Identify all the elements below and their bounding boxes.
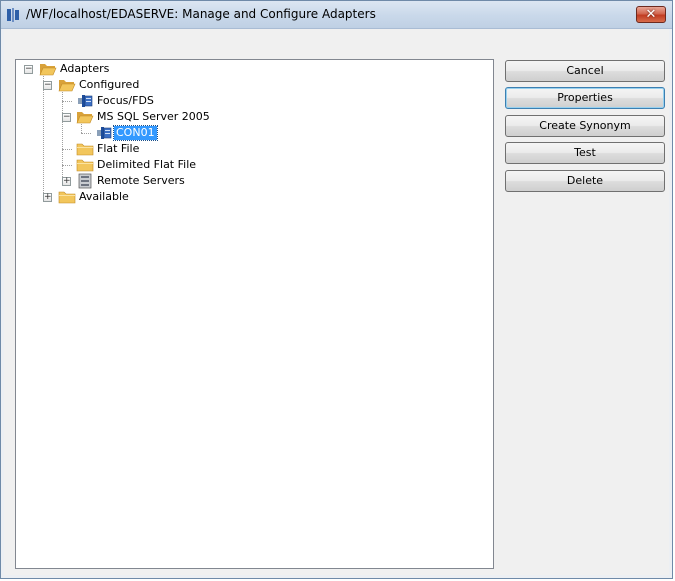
tree-node-available[interactable]: + Available xyxy=(16,189,176,205)
tree-node-label: Available xyxy=(79,190,129,203)
folder-open-icon xyxy=(76,112,94,124)
tree-node-con01[interactable]: CON01 xyxy=(16,125,176,141)
collapse-icon[interactable]: − xyxy=(24,65,33,74)
cancel-button[interactable]: Cancel xyxy=(505,60,665,82)
tree-node-label: CON01 xyxy=(113,125,158,141)
close-button[interactable]: ✕ xyxy=(636,6,666,23)
tree-node-adapters[interactable]: − Adapters xyxy=(16,61,156,77)
create-synonym-button[interactable]: Create Synonym xyxy=(505,115,665,137)
dialog-client-area: − Adapters − Configured Focus/FDS − MS S… xyxy=(4,29,669,575)
properties-button[interactable]: Properties xyxy=(505,87,665,109)
tree-node-label: Configured xyxy=(79,78,140,91)
folder-open-icon xyxy=(58,80,76,92)
tree-node-delimited-flat-file[interactable]: Delimited Flat File xyxy=(16,157,216,173)
tree-node-configured[interactable]: − Configured xyxy=(16,77,176,93)
folder-icon xyxy=(76,143,94,156)
title-bar[interactable]: /WF/localhost/EDASERVE: Manage and Confi… xyxy=(1,1,672,29)
tree-node-remote-servers[interactable]: + Remote Servers xyxy=(16,173,216,189)
adapter-tree[interactable]: − Adapters − Configured Focus/FDS − MS S… xyxy=(15,59,494,569)
test-button[interactable]: Test xyxy=(505,142,665,164)
delete-button[interactable]: Delete xyxy=(505,170,665,192)
tree-node-label: Flat File xyxy=(97,142,140,155)
connection-icon xyxy=(97,127,112,139)
expand-icon[interactable]: + xyxy=(43,193,52,202)
expand-icon[interactable]: + xyxy=(62,177,71,186)
collapse-icon[interactable]: − xyxy=(43,81,52,90)
tree-node-label: Focus/FDS xyxy=(97,94,154,107)
dialog-window: /WF/localhost/EDASERVE: Manage and Confi… xyxy=(0,0,673,579)
adapter-icon xyxy=(78,95,93,107)
server-icon xyxy=(78,173,92,189)
app-icon xyxy=(7,8,19,22)
tree-node-flat-file[interactable]: Flat File xyxy=(16,141,176,157)
tree-node-label: Adapters xyxy=(60,62,110,75)
tree-node-label: Delimited Flat File xyxy=(97,158,197,171)
folder-open-icon xyxy=(39,64,57,76)
window-title: /WF/localhost/EDASERVE: Manage and Confi… xyxy=(26,7,376,21)
tree-node-label: Remote Servers xyxy=(97,174,185,187)
folder-icon xyxy=(76,159,94,172)
close-icon: ✕ xyxy=(645,7,657,22)
collapse-icon[interactable]: − xyxy=(62,113,71,122)
tree-node-focus-fds[interactable]: Focus/FDS xyxy=(16,93,196,109)
tree-node-ms-sql-server[interactable]: − MS SQL Server 2005 xyxy=(16,109,236,125)
folder-icon xyxy=(58,191,76,204)
tree-node-label: MS SQL Server 2005 xyxy=(97,110,210,123)
